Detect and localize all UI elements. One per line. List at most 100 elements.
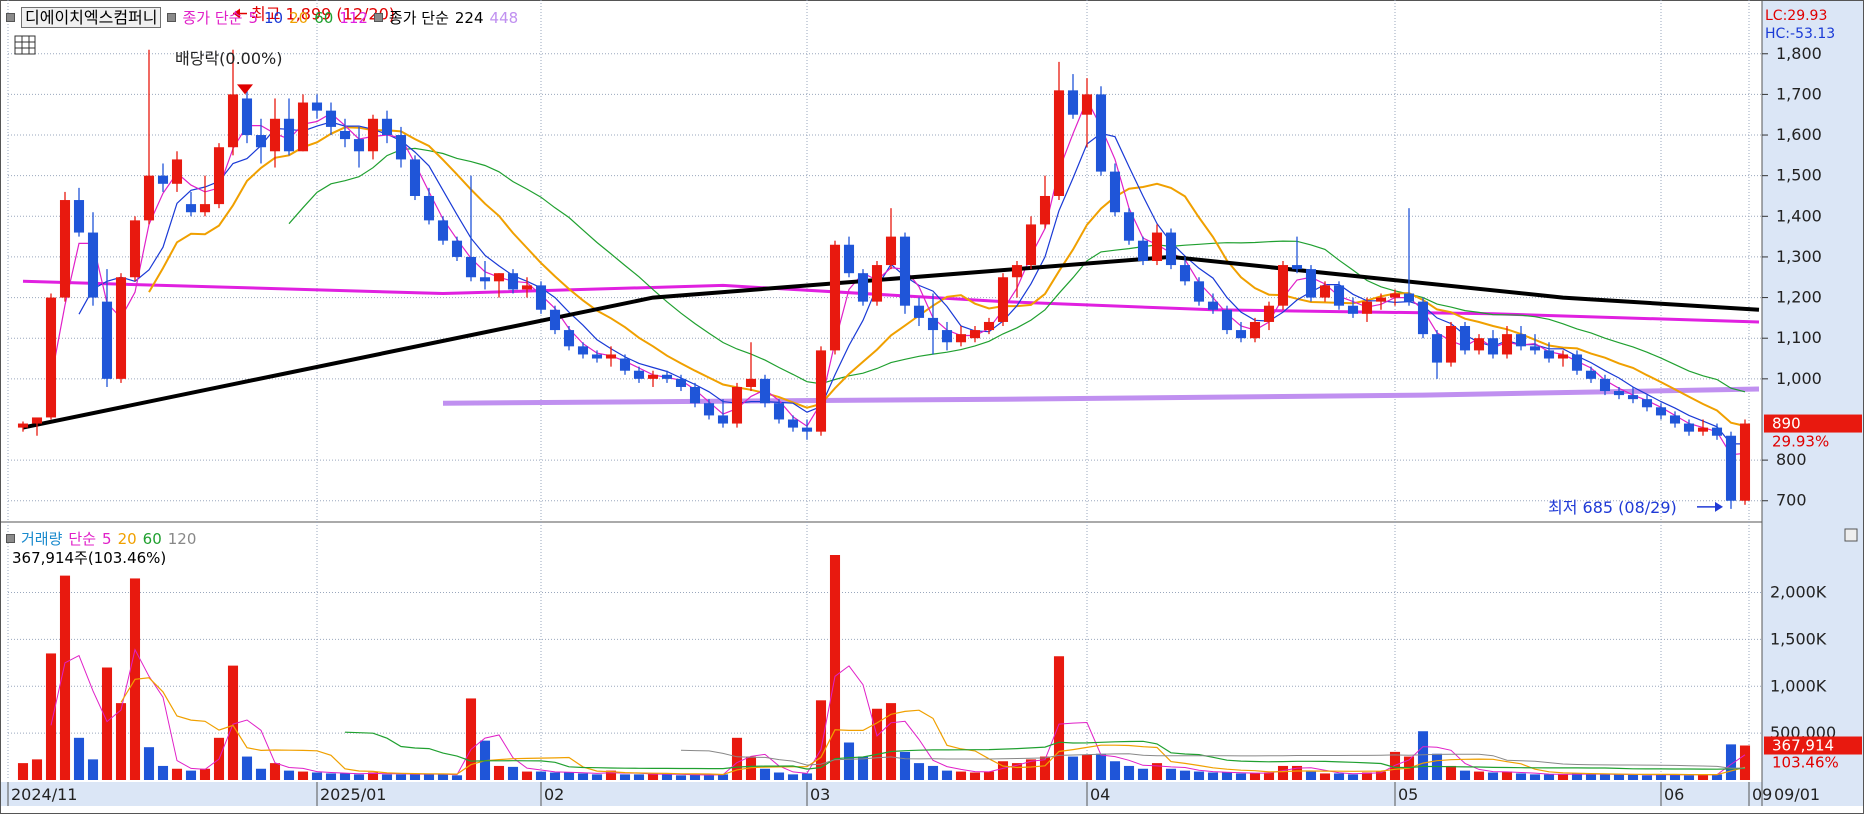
candle-body xyxy=(59,200,71,298)
volume-bar xyxy=(451,775,463,780)
candle-body xyxy=(339,130,351,140)
candle-body xyxy=(423,195,435,221)
volume-bar xyxy=(1263,772,1275,780)
volume-bar xyxy=(871,708,883,780)
volume-bar xyxy=(731,737,743,780)
date-tick-label: 2024/11 xyxy=(11,785,77,804)
ma-period-10: 10 xyxy=(264,8,284,27)
volume-bar xyxy=(297,771,309,780)
volume-bar xyxy=(1207,772,1219,780)
candle-body xyxy=(787,419,799,428)
volume-bar xyxy=(241,756,253,780)
volume-bar xyxy=(311,772,323,780)
volume-ma-5: 5 xyxy=(102,529,112,548)
volume-bar xyxy=(1529,774,1541,780)
volume-bar xyxy=(941,770,953,780)
volume-current-readout: 367,914주(103.46%) xyxy=(12,547,166,568)
volume-bar xyxy=(171,768,183,780)
candle-body xyxy=(647,374,659,379)
candle-body xyxy=(1305,269,1317,298)
volume-bar xyxy=(493,765,505,780)
volume-bar xyxy=(857,756,869,780)
candle-body xyxy=(1067,90,1079,115)
candle-body xyxy=(1739,423,1751,501)
candle-body xyxy=(1669,415,1681,424)
date-axis-bg xyxy=(0,782,1864,806)
volume-bar xyxy=(1501,771,1513,780)
price-tick-label: 700 xyxy=(1776,491,1807,510)
candle-body xyxy=(983,321,995,331)
volume-bar xyxy=(1305,771,1317,780)
candle-body xyxy=(1613,391,1625,396)
volume-bar xyxy=(45,653,57,780)
ma-period-60: 60 xyxy=(314,8,334,27)
candle-body xyxy=(577,346,589,355)
date-tick-label: 03 xyxy=(810,785,830,804)
volume-bar xyxy=(1669,774,1681,780)
volume-bar xyxy=(801,773,813,780)
volume-bar xyxy=(1053,656,1065,780)
volume-bar xyxy=(1655,774,1667,780)
candle-body xyxy=(927,317,939,331)
ma2-legend-toggle-icon[interactable] xyxy=(373,13,383,22)
volume-panel-close-icon xyxy=(1844,528,1858,542)
volume-bar xyxy=(143,747,155,780)
volume-bar xyxy=(381,774,393,780)
candle-body xyxy=(1053,90,1065,196)
volume-bar xyxy=(73,737,85,780)
candle-body xyxy=(437,220,449,241)
candle-body xyxy=(227,94,239,148)
candle-body xyxy=(507,273,519,290)
legend-toggle-icon[interactable] xyxy=(6,13,15,22)
candle-body xyxy=(1445,326,1457,363)
candle-body xyxy=(1291,265,1303,270)
candle-body xyxy=(1207,301,1219,310)
candle-body xyxy=(1333,285,1345,306)
candle-body xyxy=(1417,301,1429,335)
candle-body xyxy=(1165,232,1177,266)
candle-body xyxy=(1473,338,1485,351)
volume-bar xyxy=(619,774,631,780)
volume-bar xyxy=(773,772,785,780)
candle-body xyxy=(1319,285,1331,298)
price-tick-label: 1,200 xyxy=(1776,288,1822,307)
volume-bar xyxy=(31,759,43,780)
ma-legend-toggle-icon[interactable] xyxy=(167,13,177,22)
candle-body xyxy=(1011,265,1023,278)
volume-ma-120: 120 xyxy=(167,529,197,548)
candle-body xyxy=(185,204,197,213)
candle-body xyxy=(45,297,57,418)
candle-body xyxy=(115,277,127,379)
candle-body xyxy=(829,244,841,351)
volume-bar xyxy=(101,667,113,780)
volume-bar xyxy=(87,759,99,780)
volume-bar xyxy=(1473,771,1485,780)
volume-current-value: 367,914주(103.46%) xyxy=(12,549,167,567)
candle-body xyxy=(171,159,183,184)
volume-bar xyxy=(899,751,911,780)
volume-bar xyxy=(339,773,351,780)
candle-body xyxy=(1249,321,1261,339)
candle-body xyxy=(241,98,253,136)
candle-body xyxy=(1599,378,1611,392)
ma-period-20: 20 xyxy=(289,8,309,27)
dividend-annotation: 배당락(0.00%) xyxy=(175,49,282,68)
stock-name[interactable]: 디에이치엑스컴퍼니 xyxy=(21,7,162,28)
volume-bar xyxy=(1711,774,1723,780)
volume-bar xyxy=(1137,768,1149,780)
candle-body xyxy=(101,301,113,379)
low-annotation: 최저 685 (08/29) xyxy=(1548,498,1677,517)
volume-tag: 367,914 xyxy=(1772,737,1834,755)
price-tick-label: 1,400 xyxy=(1776,206,1822,225)
volume-pct: 103.46% xyxy=(1772,754,1839,772)
volume-bar xyxy=(1585,774,1597,780)
volume-bar xyxy=(283,770,295,780)
volume-legend-toggle-icon[interactable] xyxy=(6,534,15,543)
candle-body xyxy=(1025,224,1037,266)
candle-body xyxy=(857,273,869,302)
volume-bar xyxy=(157,765,169,780)
volume-bar xyxy=(1543,774,1555,780)
candle-body xyxy=(661,374,673,379)
volume-bar xyxy=(1067,756,1079,780)
volume-bar xyxy=(703,775,715,780)
